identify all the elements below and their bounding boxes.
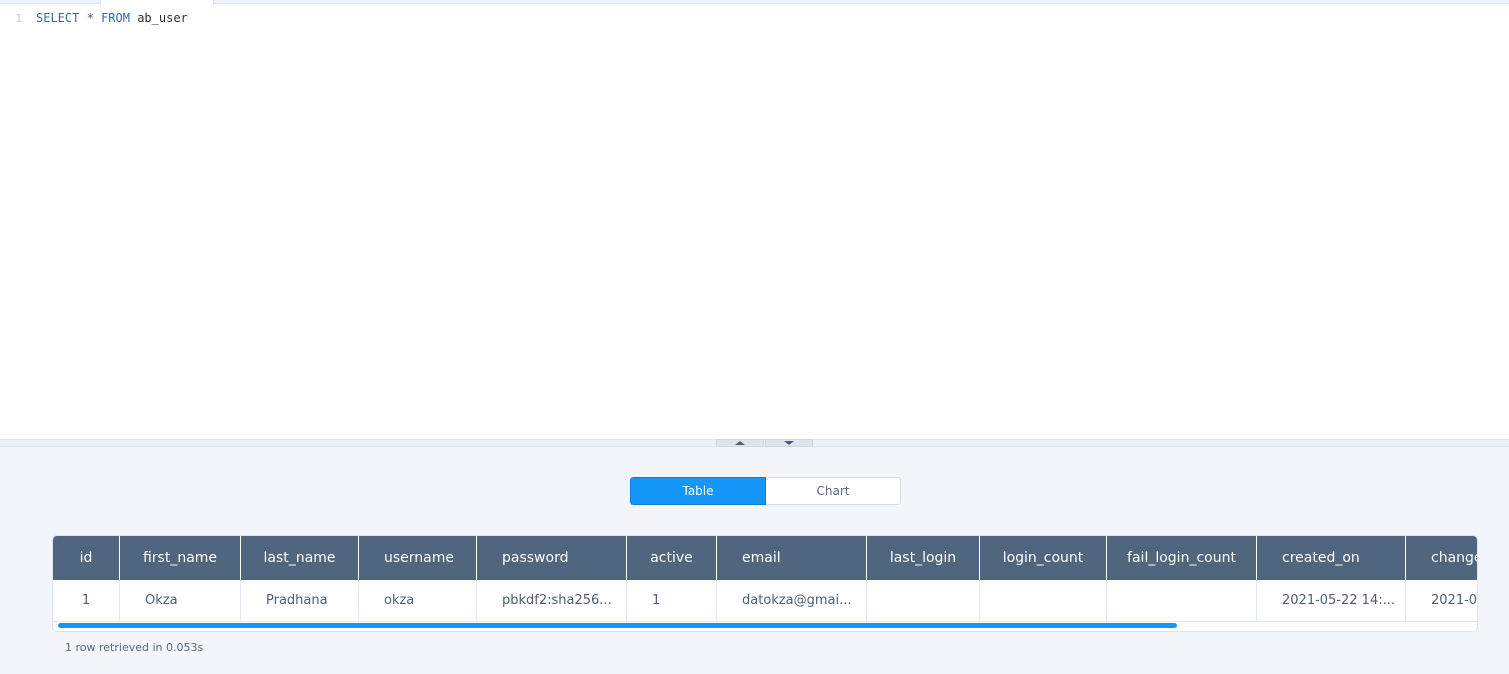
- cell-last-name[interactable]: Pradhana: [241, 580, 359, 621]
- horizontal-scrollbar[interactable]: [58, 623, 1177, 628]
- column-header-email[interactable]: email: [717, 536, 867, 580]
- column-header-change[interactable]: change: [1406, 536, 1477, 580]
- column-header-last-name[interactable]: last_name: [241, 536, 359, 580]
- table-identifier: ab_user: [137, 11, 188, 25]
- keyword-from: FROM: [101, 11, 130, 25]
- table-view-button[interactable]: Table: [630, 477, 766, 505]
- query-status: 1 row retrieved in 0.053s: [65, 641, 204, 654]
- cell-id[interactable]: 1: [53, 580, 120, 621]
- cell-last-login[interactable]: [867, 580, 980, 621]
- results-pane: Table Chart id first_name last_name usernam…: [0, 447, 1509, 674]
- triangle-up-icon: [735, 441, 745, 445]
- triangle-down-icon: [784, 441, 794, 445]
- column-header-last-login[interactable]: last_login: [867, 536, 980, 580]
- column-header-id[interactable]: id: [53, 536, 120, 580]
- table-header-row: id first_name last_name username password act…: [53, 536, 1477, 580]
- code-line: 1 SELECT * FROM ab_user: [0, 10, 188, 26]
- cell-created-on[interactable]: 2021-05-22 14:...: [1257, 580, 1406, 621]
- cell-login-count[interactable]: [980, 580, 1107, 621]
- column-header-login-count[interactable]: login_count: [980, 536, 1107, 580]
- chart-view-button[interactable]: Chart: [766, 477, 901, 505]
- column-header-username[interactable]: username: [359, 536, 477, 580]
- operator-star: *: [86, 11, 94, 25]
- pane-resizer[interactable]: [0, 439, 1509, 447]
- cell-password[interactable]: pbkdf2:sha256...: [477, 580, 627, 621]
- cell-email[interactable]: datokza@gmai...: [717, 580, 867, 621]
- cell-fail-login-count[interactable]: [1107, 580, 1257, 621]
- column-header-created-on[interactable]: created_on: [1257, 536, 1406, 580]
- results-grid: id first_name last_name username password act…: [53, 536, 1477, 622]
- table-row: 1 Okza Pradhana okza pbkdf2:sha256... 1 datokz…: [53, 580, 1477, 622]
- column-header-fail-login-count[interactable]: fail_login_count: [1107, 536, 1257, 580]
- column-header-password[interactable]: password: [477, 536, 627, 580]
- keyword-select: SELECT: [36, 11, 80, 25]
- cell-change[interactable]: 2021-0: [1406, 580, 1477, 621]
- column-header-first-name[interactable]: first_name: [120, 536, 241, 580]
- sql-editor[interactable]: 1 SELECT * FROM ab_user: [0, 5, 1509, 439]
- code-text[interactable]: SELECT * FROM ab_user: [36, 11, 188, 25]
- collapse-down-button[interactable]: [765, 439, 813, 447]
- view-toggle: Table Chart: [630, 477, 901, 505]
- editor-tab-strip: [0, 0, 1509, 4]
- line-number: 1: [15, 11, 22, 25]
- cell-first-name[interactable]: Okza: [120, 580, 241, 621]
- results-table: id first_name last_name username password act…: [52, 535, 1478, 632]
- column-header-active[interactable]: active: [627, 536, 717, 580]
- cell-active[interactable]: 1: [627, 580, 717, 621]
- cell-username[interactable]: okza: [359, 580, 477, 621]
- collapse-up-button[interactable]: [716, 439, 764, 447]
